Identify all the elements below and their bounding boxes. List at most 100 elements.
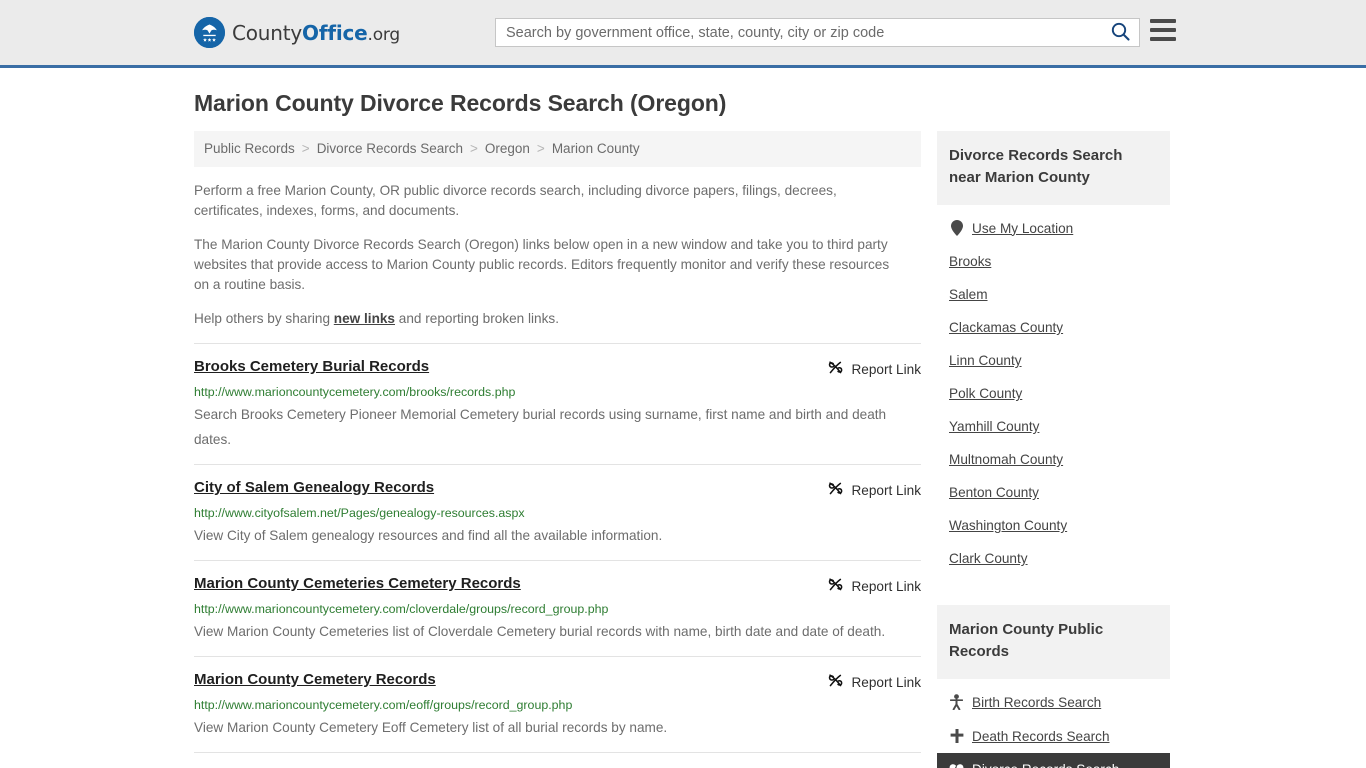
result-title-link[interactable]: Marion County Cemetery Records	[194, 671, 436, 689]
intro-paragraph-1: Perform a free Marion County, OR public …	[194, 183, 837, 218]
map-pin-icon	[949, 220, 964, 236]
search-icon	[1111, 22, 1130, 44]
results-list: Brooks Cemetery Burial Records Report Lin…	[194, 343, 921, 768]
new-links-link[interactable]: new links	[334, 311, 395, 326]
sidebar-link-label: Multnomah County	[949, 452, 1064, 467]
hamburger-menu-icon[interactable]	[1150, 19, 1176, 41]
report-link-label: Report Link	[851, 482, 921, 498]
broken-heart-icon	[949, 763, 964, 768]
result-header: Brooks Cemetery Burial Records Report Lin…	[194, 358, 921, 379]
breadcrumb-item-2[interactable]: Oregon	[485, 141, 530, 156]
content-columns: Public Records > Divorce Records Search …	[194, 131, 1172, 768]
broken-link-icon	[827, 576, 844, 596]
logo-text-county: County	[232, 20, 303, 45]
result-description: View Marion County Cemeteries list of Cl…	[194, 624, 886, 639]
sidebar-nearby-item-linn-county[interactable]: Linn County	[937, 344, 1170, 377]
broken-link-icon	[827, 359, 844, 379]
breadcrumb-item-0[interactable]: Public Records	[204, 141, 295, 156]
breadcrumb-separator-0: >	[301, 141, 310, 156]
sidebar-link-label: Washington County	[949, 518, 1068, 533]
intro-p3-before: Help others by sharing	[194, 311, 334, 326]
sidebar-link-label: Death Records Search	[972, 728, 1110, 744]
sidebar-nearby-title: Divorce Records Search near Marion Count…	[937, 131, 1170, 205]
report-link-label: Report Link	[851, 578, 921, 594]
intro-p3-after: and reporting broken links.	[395, 311, 559, 326]
eagle-seal-icon	[194, 17, 225, 48]
result-title-link[interactable]: Marion County Cemeteries Cemetery Record…	[194, 575, 521, 593]
report-link-button[interactable]: Report Link	[827, 358, 921, 379]
sidebar-public-records-title: Marion County Public Records	[937, 605, 1170, 679]
logo-text-office: Office	[302, 20, 368, 45]
result-item: Marion County Cemetery Records Report Lin…	[194, 656, 921, 752]
hamburger-bar-2	[1150, 28, 1176, 32]
sidebar-link-label: Brooks	[949, 254, 992, 269]
result-item: Brooks Cemetery Burial Records Report Lin…	[194, 343, 921, 464]
broken-link-icon	[827, 672, 844, 692]
report-link-button[interactable]: Report Link	[827, 575, 921, 596]
sidebar: Divorce Records Search near Marion Count…	[937, 131, 1170, 768]
hamburger-bar-3	[1150, 37, 1176, 41]
page-container: Marion County Divorce Records Search (Or…	[0, 90, 1366, 768]
result-url: http://www.marioncountycemetery.com/eoff…	[194, 698, 573, 712]
logo-text-org: .org	[367, 24, 401, 45]
sidebar-link-label: Clark County	[949, 551, 1028, 566]
result-item: Marion County Cemeteries Cemetery Record…	[194, 560, 921, 656]
sidebar-link-label: Clackamas County	[949, 320, 1064, 335]
report-link-button[interactable]: Report Link	[827, 479, 921, 500]
result-url: http://www.marioncountycemetery.com/clov…	[194, 602, 609, 616]
result-item: Marion County Clerk's Office WebsiteRepo…	[194, 752, 921, 768]
breadcrumb-separator-1: >	[470, 141, 478, 156]
sidebar-public-records-item-death-records-search[interactable]: Death Records Search	[937, 719, 1170, 753]
breadcrumb: Public Records > Divorce Records Search …	[194, 131, 921, 167]
sidebar-nearby-item-use-my-location[interactable]: Use My Location	[937, 211, 1170, 245]
sidebar-nearby-item-clark-county[interactable]: Clark County	[937, 542, 1170, 575]
sidebar-link-label: Benton County	[949, 485, 1039, 500]
sidebar-link-label: Salem	[949, 287, 988, 302]
site-logo[interactable]: CountyOffice.org	[194, 17, 400, 48]
broken-link-icon	[827, 480, 844, 500]
sidebar-nearby-item-washington-county[interactable]: Washington County	[937, 509, 1170, 542]
sidebar-nearby-item-brooks[interactable]: Brooks	[937, 245, 1170, 278]
sidebar-link-label: Divorce Records Search	[972, 762, 1119, 768]
result-description: View Marion County Cemetery Eoff Cemeter…	[194, 720, 668, 735]
site-header: CountyOffice.org	[0, 0, 1366, 68]
baby-icon	[949, 694, 964, 710]
report-link-button[interactable]: Report Link	[827, 671, 921, 692]
search-input[interactable]	[496, 19, 1101, 46]
sidebar-nearby-item-clackamas-county[interactable]: Clackamas County	[937, 311, 1170, 344]
result-url: http://www.marioncountycemetery.com/broo…	[194, 385, 516, 399]
sidebar-public-records-item-divorce-records-search[interactable]: Divorce Records Search	[937, 753, 1170, 768]
logo-wordmark: CountyOffice.org	[232, 21, 400, 45]
sidebar-nearby-links: Use My Location Brooks Salem Clackamas Coun…	[937, 205, 1170, 585]
report-link-label: Report Link	[851, 361, 921, 377]
intro-text: Perform a free Marion County, OR public …	[194, 181, 921, 329]
sidebar-link-label: Polk County	[949, 386, 1023, 401]
main-column: Public Records > Divorce Records Search …	[194, 131, 921, 768]
breadcrumb-item-1[interactable]: Divorce Records Search	[317, 141, 463, 156]
intro-paragraph-2: The Marion County Divorce Records Search…	[194, 237, 890, 292]
sidebar-nearby-item-salem[interactable]: Salem	[937, 278, 1170, 311]
sidebar-public-records-links: Birth Records Search Death Records Search…	[937, 679, 1170, 768]
result-header: Marion County Cemetery Records Report Lin…	[194, 671, 921, 692]
sidebar-link-label: Yamhill County	[949, 419, 1040, 434]
sidebar-nearby-item-yamhill-county[interactable]: Yamhill County	[937, 410, 1170, 443]
result-title-link[interactable]: Brooks Cemetery Burial Records	[194, 358, 429, 376]
result-description: Search Brooks Cemetery Pioneer Memorial …	[194, 407, 887, 447]
report-link-label: Report Link	[851, 674, 921, 690]
search-button[interactable]	[1101, 19, 1139, 46]
sidebar-link-label: Use My Location	[972, 220, 1074, 236]
sidebar-nearby-item-benton-county[interactable]: Benton County	[937, 476, 1170, 509]
sidebar-nearby-item-multnomah-county[interactable]: Multnomah County	[937, 443, 1170, 476]
result-title-link[interactable]: City of Salem Genealogy Records	[194, 479, 434, 497]
breadcrumb-item-3[interactable]: Marion County	[552, 141, 640, 156]
result-header: Marion County Cemeteries Cemetery Record…	[194, 575, 921, 596]
result-url: http://www.cityofsalem.net/Pages/genealo…	[194, 506, 525, 520]
page-title: Marion County Divorce Records Search (Or…	[194, 90, 727, 116]
cross-icon	[949, 728, 964, 744]
breadcrumb-separator-2: >	[536, 141, 545, 156]
sidebar-public-records-item-birth-records-search[interactable]: Birth Records Search	[937, 685, 1170, 719]
sidebar-card-nearby: Divorce Records Search near Marion Count…	[937, 131, 1170, 585]
sidebar-nearby-item-polk-county[interactable]: Polk County	[937, 377, 1170, 410]
sidebar-link-label: Birth Records Search	[972, 694, 1102, 710]
search-bar	[495, 18, 1140, 47]
